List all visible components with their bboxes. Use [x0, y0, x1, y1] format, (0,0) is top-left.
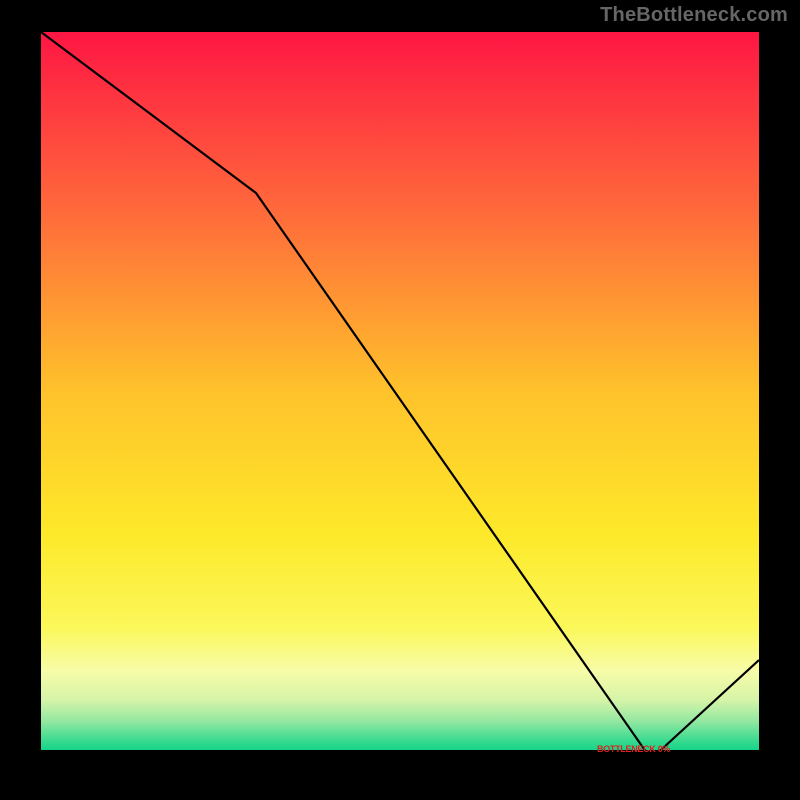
- curve-path: [41, 32, 759, 759]
- bottleneck-curve: [41, 32, 759, 762]
- chart-frame: TheBottleneck.com: [0, 0, 800, 800]
- watermark-text: TheBottleneck.com: [600, 4, 788, 27]
- ideal-point-label: BOTTLENECK 0%: [597, 744, 670, 754]
- plot-area: BOTTLENECK 0%: [41, 32, 759, 762]
